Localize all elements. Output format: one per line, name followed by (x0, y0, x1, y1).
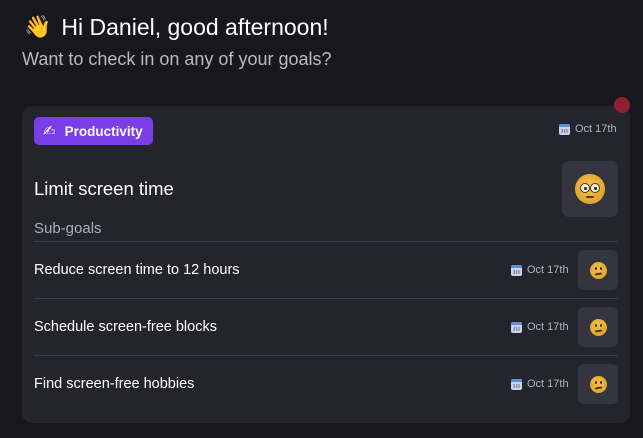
subgoal-mood-button[interactable] (578, 250, 618, 290)
goals-page: 👋 Hi Daniel, good afternoon! Want to che… (0, 0, 643, 438)
greeting-heading: 👋 Hi Daniel, good afternoon! (24, 12, 329, 42)
goal-title[interactable]: Limit screen time (34, 177, 174, 201)
greeting-subtitle: Want to check in on any of your goals? (22, 49, 332, 69)
goal-mood-button[interactable] (562, 161, 618, 217)
subgoal-date: Oct 17th (511, 321, 569, 333)
calendar-icon (511, 378, 522, 390)
calendar-icon (511, 321, 522, 333)
subgoal-date: Oct 17th (511, 378, 569, 390)
subgoal-date: Oct 17th (511, 264, 569, 276)
subgoals-heading: Sub-goals (34, 220, 102, 237)
subgoal-mood-button[interactable] (578, 307, 618, 347)
subgoal-label: Schedule screen-free blocks (34, 319, 217, 335)
subgoal-label: Find screen-free hobbies (34, 376, 195, 392)
goal-card[interactable]: ✍ Productivity Oct 17th Limit screen tim… (22, 106, 630, 423)
waving-hand-icon: 👋 (24, 14, 52, 39)
confused-face-icon (589, 261, 607, 279)
calendar-icon (559, 123, 570, 135)
subgoal-row[interactable]: Find screen-free hobbies Oct 17th (34, 355, 618, 412)
confused-face-icon (589, 375, 607, 393)
subgoal-mood-button[interactable] (578, 364, 618, 404)
subgoal-row[interactable]: Reduce screen time to 12 hours Oct 17th (34, 241, 618, 298)
goal-date-text: Oct 17th (575, 123, 617, 135)
confused-face-icon (589, 318, 607, 336)
subgoal-label: Reduce screen time to 12 hours (34, 262, 240, 278)
notification-dot (614, 97, 630, 113)
neutral-face-icon (575, 174, 605, 204)
calendar-icon (511, 264, 522, 276)
writing-hand-icon: ✍ (43, 123, 56, 140)
goal-date: Oct 17th (559, 123, 617, 135)
category-label: Productivity (64, 123, 143, 139)
subgoal-date-text: Oct 17th (527, 378, 569, 390)
subgoal-date-text: Oct 17th (527, 264, 569, 276)
subgoal-date-text: Oct 17th (527, 321, 569, 333)
category-badge[interactable]: ✍ Productivity (34, 117, 153, 145)
subgoal-row[interactable]: Schedule screen-free blocks Oct 17th (34, 298, 618, 355)
greeting-text: Hi Daniel, good afternoon! (61, 14, 329, 40)
